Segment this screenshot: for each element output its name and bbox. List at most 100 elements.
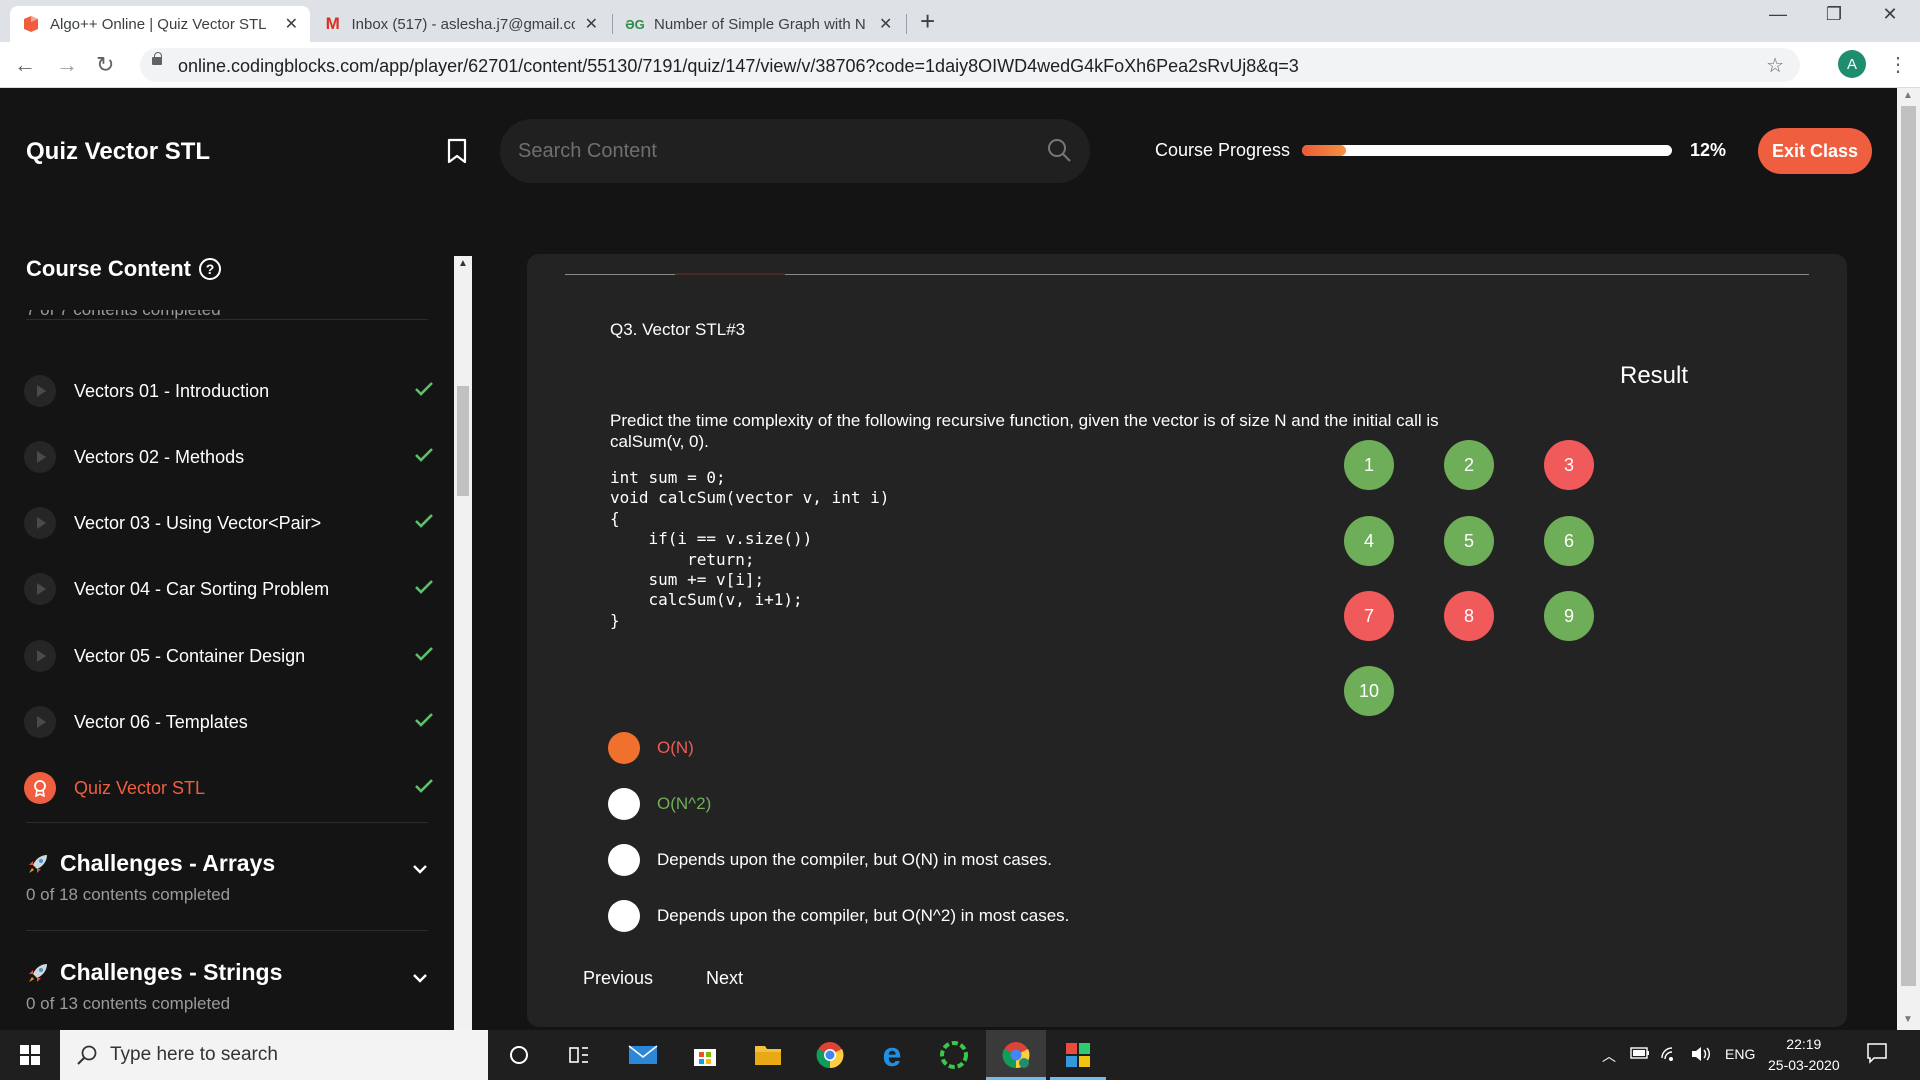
language-indicator[interactable]: ENG [1725,1046,1755,1062]
radio-button[interactable] [608,844,640,876]
result-item-1[interactable]: 1 [1344,440,1394,490]
file-explorer-icon[interactable] [752,1039,784,1071]
store-icon[interactable] [689,1039,721,1071]
wifi-icon[interactable] [1660,1046,1680,1065]
result-item-10[interactable]: 10 [1344,666,1394,716]
radio-button[interactable] [608,788,640,820]
close-tab-icon[interactable]: ✕ [879,14,892,34]
browser-tab-gmail[interactable]: M Inbox (517) - aslesha.j7@gmail.co ✕ [312,6,610,42]
window-close-icon[interactable]: ✕ [1870,4,1910,25]
course-content-subtitle: 7 of 7 contents completed [26,310,221,324]
volume-icon[interactable] [1690,1046,1712,1065]
edge-icon[interactable]: e [876,1038,908,1072]
result-item-3[interactable]: 3 [1544,440,1594,490]
office-app-icon[interactable] [1062,1039,1094,1071]
url-text[interactable]: online.codingblocks.com/app/player/62701… [178,56,1299,77]
play-icon [24,640,56,672]
lesson-item[interactable]: Vector 06 - Templates [24,702,434,742]
omnibox[interactable]: online.codingblocks.com/app/player/62701… [140,48,1800,82]
radio-button[interactable] [608,900,640,932]
task-view-icon[interactable] [563,1039,595,1071]
section-title-row: Challenges - Strings [26,959,428,986]
previous-button[interactable]: Previous [583,968,653,989]
browser-tab-active[interactable]: Algo++ Online | Quiz Vector STL ✕ [10,6,310,42]
help-icon[interactable]: ? [199,258,221,280]
battery-icon[interactable] [1630,1046,1650,1063]
cortana-icon[interactable] [503,1039,535,1071]
clock-date: 25-03-2020 [1768,1057,1840,1073]
answer-option[interactable]: O(N^2) [608,788,711,820]
windows-start-icon[interactable] [20,1045,40,1065]
result-item-5[interactable]: 5 [1444,516,1494,566]
lesson-item[interactable]: Vectors 01 - Introduction [24,371,434,411]
next-button[interactable]: Next [706,968,743,989]
radio-selected[interactable] [608,732,640,764]
lesson-item-active[interactable]: Quiz Vector STL [24,768,434,808]
new-tab-icon[interactable]: + [920,6,935,37]
chevron-down-icon[interactable] [412,973,428,983]
taskbar-search[interactable]: Type here to search [60,1030,488,1080]
close-tab-icon[interactable]: ✕ [285,14,298,34]
profile-avatar[interactable]: A [1838,50,1866,78]
scroll-down-icon[interactable]: ▼ [1903,1014,1913,1025]
forward-icon[interactable]: → [56,52,78,78]
menu-kebab-icon[interactable]: ⋮ [1888,52,1908,77]
tab-title: Inbox (517) - aslesha.j7@gmail.co [351,15,575,33]
scroll-up-icon[interactable]: ▲ [1903,90,1913,101]
check-icon [415,448,433,462]
browser-tab-geeksforgeeks[interactable]: ƏG Number of Simple Graph with N ✕ [614,6,912,42]
reload-icon[interactable]: ↻ [96,52,114,78]
chrome-profile-icon[interactable] [1000,1039,1032,1071]
section-subtitle: 0 of 18 contents completed [26,885,231,904]
star-icon[interactable]: ☆ [1766,53,1784,78]
progress-fill [1302,145,1347,156]
answer-option[interactable]: O(N) [608,732,694,764]
scrollbar-thumb[interactable] [1901,106,1916,986]
address-bar: ← → ↻ online.codingblocks.com/app/player… [0,42,1920,88]
play-icon [24,441,56,473]
search-input[interactable] [518,135,1018,167]
result-item-6[interactable]: 6 [1544,516,1594,566]
scrollbar-thumb[interactable] [457,386,469,496]
lesson-item[interactable]: Vector 03 - Using Vector<Pair> [24,503,434,543]
lesson-item[interactable]: Vector 04 - Car Sorting Problem [24,569,434,609]
section-challenges-strings[interactable]: Challenges - Strings 0 of 13 contents co… [26,959,428,1014]
minimize-icon[interactable]: — [1758,4,1798,25]
result-item-8[interactable]: 8 [1444,591,1494,641]
restore-icon[interactable]: ❐ [1814,4,1854,25]
result-title: Result [1620,362,1689,389]
lesson-item[interactable]: Vectors 02 - Methods [24,437,434,477]
section-challenges-arrays[interactable]: Challenges - Arrays 0 of 18 contents com… [26,850,428,905]
scroll-up-icon[interactable]: ▲ [458,258,468,269]
quiz-panel: Q3. Vector STL#3 Predict the time comple… [527,254,1847,1027]
sidebar-scrollbar[interactable]: ▲ [454,256,472,1030]
clock[interactable]: 22:19 25-03-2020 [1768,1034,1840,1076]
exit-class-button[interactable]: Exit Class [1758,128,1872,174]
app-loader-icon[interactable] [938,1039,970,1071]
chrome-icon[interactable] [814,1039,846,1071]
play-icon [24,573,56,605]
page-scrollbar[interactable]: ▲ ▼ [1897,88,1920,1030]
mail-icon[interactable] [627,1039,659,1071]
back-icon[interactable]: ← [14,52,36,78]
close-tab-icon[interactable]: ✕ [585,14,598,34]
result-item-4[interactable]: 4 [1344,516,1394,566]
check-icon [415,514,433,528]
lesson-label: Vectors 01 - Introduction [74,380,270,401]
answer-option[interactable]: Depends upon the compiler, but O(N^2) in… [608,900,1069,932]
chevron-down-icon[interactable] [412,864,428,874]
result-item-2[interactable]: 2 [1444,440,1494,490]
tray-overflow-icon[interactable]: ︿ [1602,1046,1616,1066]
search-icon[interactable] [1046,137,1072,163]
bookmark-icon[interactable] [447,138,467,164]
question-text: Predict the time complexity of the follo… [610,411,1439,451]
quiz-icon [24,772,56,804]
result-item-7[interactable]: 7 [1344,591,1394,641]
lesson-label: Quiz Vector STL [74,777,206,798]
check-icon [415,713,433,727]
answer-option[interactable]: Depends upon the compiler, but O(N) in m… [608,844,1052,876]
clock-time: 22:19 [1786,1036,1822,1052]
lesson-item[interactable]: Vector 05 - Container Design [24,636,434,676]
notifications-icon[interactable] [1866,1042,1888,1067]
result-item-9[interactable]: 9 [1544,591,1594,641]
